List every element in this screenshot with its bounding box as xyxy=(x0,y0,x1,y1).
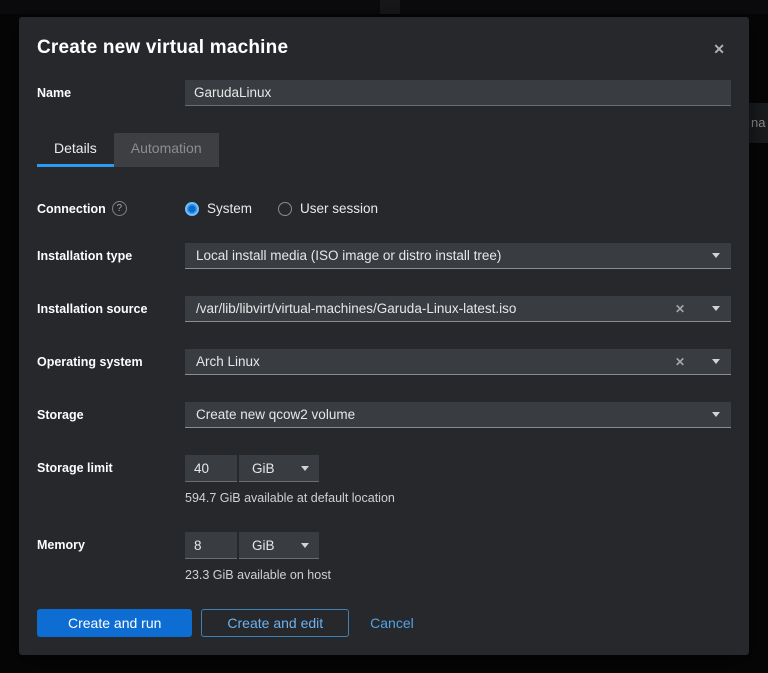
background-top-bar xyxy=(0,0,768,14)
storage-label: Storage xyxy=(37,408,185,422)
radio-user-session-label: User session xyxy=(300,201,378,216)
storage-limit-label: Storage limit xyxy=(37,461,185,475)
radio-selected-icon[interactable] xyxy=(185,202,199,216)
close-icon[interactable]: ✕ xyxy=(707,40,731,58)
tab-bar: Details Automation xyxy=(37,133,731,167)
operating-system-select[interactable]: Arch Linux ✕ xyxy=(185,349,731,375)
memory-row: Memory GiB 23.3 GiB available on host xyxy=(37,532,731,582)
installation-source-row: Installation source /var/lib/libvirt/vir… xyxy=(37,296,731,322)
memory-unit-value: GiB xyxy=(252,538,275,553)
storage-row: Storage Create new qcow2 volume xyxy=(37,402,731,428)
dialog-footer: Create and run Create and edit Cancel xyxy=(37,609,731,637)
storage-value: Create new qcow2 volume xyxy=(196,407,712,422)
connection-radio-user-session[interactable]: User session xyxy=(278,201,378,216)
operating-system-value: Arch Linux xyxy=(196,354,675,369)
operating-system-row: Operating system Arch Linux ✕ xyxy=(37,349,731,375)
installation-source-value: /var/lib/libvirt/virtual-machines/Garuda… xyxy=(196,301,675,316)
tab-automation[interactable]: Automation xyxy=(114,133,219,167)
background-filter-input-fragment: na xyxy=(749,103,768,143)
storage-limit-row: Storage limit GiB 594.7 GiB available at… xyxy=(37,455,731,505)
create-vm-dialog: Create new virtual machine ✕ Name Detail… xyxy=(19,17,749,655)
help-icon[interactable]: ? xyxy=(112,201,127,216)
connection-radio-system[interactable]: System xyxy=(185,201,252,216)
installation-type-value: Local install media (ISO image or distro… xyxy=(196,248,712,263)
connection-row: Connection ? System User session xyxy=(37,201,731,216)
connection-label: Connection xyxy=(37,202,106,216)
background-top-bar-notch xyxy=(380,0,400,14)
storage-limit-helper: 594.7 GiB available at default location xyxy=(185,491,731,505)
radio-system-label: System xyxy=(207,201,252,216)
tab-details[interactable]: Details xyxy=(37,133,114,167)
installation-type-row: Installation type Local install media (I… xyxy=(37,243,731,269)
memory-unit-select[interactable]: GiB xyxy=(239,532,319,559)
cancel-button[interactable]: Cancel xyxy=(358,609,426,637)
storage-limit-input[interactable] xyxy=(185,455,237,482)
installation-type-label: Installation type xyxy=(37,249,185,263)
chevron-down-icon xyxy=(301,466,309,471)
radio-unselected-icon[interactable] xyxy=(278,202,292,216)
operating-system-label: Operating system xyxy=(37,355,185,369)
create-and-edit-button[interactable]: Create and edit xyxy=(201,609,349,637)
chevron-down-icon xyxy=(301,543,309,548)
chevron-down-icon xyxy=(712,412,720,417)
name-input[interactable] xyxy=(185,80,731,106)
chevron-down-icon xyxy=(712,253,720,258)
create-and-run-button[interactable]: Create and run xyxy=(37,609,192,637)
chevron-down-icon xyxy=(712,306,720,311)
name-label: Name xyxy=(37,86,185,100)
chevron-down-icon xyxy=(712,359,720,364)
clear-icon[interactable]: ✕ xyxy=(675,303,685,315)
dialog-title: Create new virtual machine xyxy=(37,37,288,59)
installation-source-select[interactable]: /var/lib/libvirt/virtual-machines/Garuda… xyxy=(185,296,731,322)
installation-source-label: Installation source xyxy=(37,302,185,316)
storage-limit-unit-select[interactable]: GiB xyxy=(239,455,319,482)
storage-limit-unit-value: GiB xyxy=(252,461,275,476)
memory-input[interactable] xyxy=(185,532,237,559)
installation-type-select[interactable]: Local install media (ISO image or distro… xyxy=(185,243,731,269)
name-row: Name xyxy=(37,80,731,106)
memory-helper: 23.3 GiB available on host xyxy=(185,568,731,582)
clear-icon[interactable]: ✕ xyxy=(675,356,685,368)
memory-label: Memory xyxy=(37,538,185,552)
storage-select[interactable]: Create new qcow2 volume xyxy=(185,402,731,428)
